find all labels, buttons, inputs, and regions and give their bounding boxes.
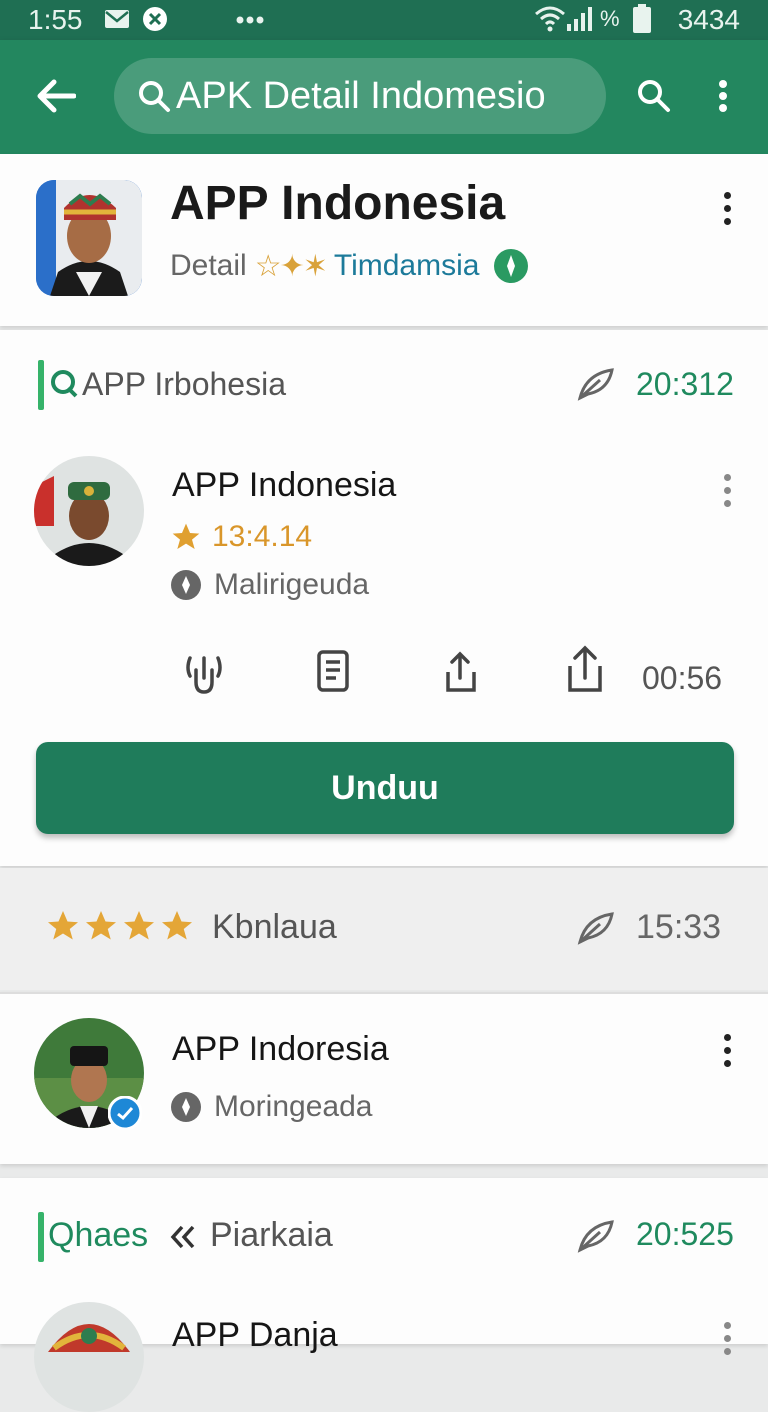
status-bar: 1:55 % 3434 [0,0,768,40]
document-icon[interactable] [314,648,354,696]
double-chevron-left-icon [170,1224,196,1250]
avatar [34,1302,144,1412]
wifi-icon [534,4,566,32]
mail-icon [104,8,130,30]
rating-stars [44,908,196,944]
star-icon [124,911,154,940]
section-time: 20:525 [636,1216,734,1252]
item-menu-icon[interactable] [722,1034,732,1074]
status-right-text: 3434 [677,4,740,35]
location-text: Moringeada [214,1090,373,1123]
section-time: 15:33 [636,908,722,946]
app-icon [36,180,142,296]
header-menu-icon[interactable] [722,192,732,232]
item-menu-icon[interactable] [722,474,732,514]
item-name: APP Indoresia [172,1030,389,1068]
section-label-secondary: Piarkaia [210,1216,333,1254]
accent-bar [38,1212,44,1262]
download-button[interactable]: Unduu [36,742,734,834]
verified-icon [493,248,529,284]
signal-icon [566,4,596,32]
developer-link[interactable]: Timdamsia [334,249,480,283]
battery-icon [632,4,652,34]
status-time: 1:55 [28,4,83,35]
item-name: APP Danja [172,1316,338,1354]
q-icon [50,364,78,404]
location-pin-icon [171,570,201,600]
back-arrow-icon[interactable] [36,78,76,114]
duration-text: 00:56 [642,660,723,696]
section-label: Qhaes [48,1216,149,1254]
more-dots-icon [236,16,264,24]
item-menu-icon[interactable] [722,1322,732,1362]
item-location: Malirigeuda [170,568,369,602]
search-text: APK Detail Indomesio [176,74,546,117]
search-icon [139,81,170,112]
search-icon[interactable] [636,78,672,114]
star-icon [86,911,116,940]
item-location: Moringeada [170,1090,372,1124]
section-label: Kbnlaua [212,908,337,946]
section-card-3: Qhaes Piarkaia 20:525 APP Danja [0,1178,768,1412]
rating-stars-icon: ☆✦✶ [254,249,328,283]
star-icon [48,911,78,940]
location-pin-icon [171,1092,201,1122]
section-label: APP Irbohesia [82,366,286,402]
percent-icon: % [600,6,620,31]
item-rating: 13:4.14 [170,520,312,554]
upload-icon[interactable] [564,644,606,696]
search-bar[interactable]: APK Detail Indomesio [114,58,606,134]
feather-icon [576,1218,616,1254]
app-title: APP Indonesia [170,177,506,230]
share-icon[interactable] [440,648,480,696]
touch-icon[interactable] [182,648,226,696]
feather-icon [576,366,616,402]
section-time: 20:312 [636,366,734,402]
rating-value: 13:4.14 [212,520,313,553]
verified-badge-icon [108,1096,142,1130]
x-badge-icon [142,6,168,32]
section-header-2: Kbnlaua 15:33 [0,868,768,990]
location-text: Malirigeuda [214,568,370,601]
avatar [34,456,144,566]
app-header-card: APP Indonesia Detail ☆✦✶ Timdamsia [0,154,768,326]
star-icon [172,523,200,549]
app-bar: APK Detail Indomesio [0,40,768,154]
app-subtitle: Detail ☆✦✶ Timdamsia [170,248,529,284]
section-card-1: APP Irbohesia 20:312 APP Indonesia 13:4.… [0,330,768,866]
accent-bar [38,360,44,410]
feather-icon [576,910,616,946]
subtitle-prefix: Detail [170,249,247,282]
item-name: APP Indonesia [172,466,397,504]
overflow-menu-icon[interactable] [718,80,728,112]
section-card-2: APP Indoresia Moringeada [0,992,768,1164]
star-icon [162,911,192,940]
